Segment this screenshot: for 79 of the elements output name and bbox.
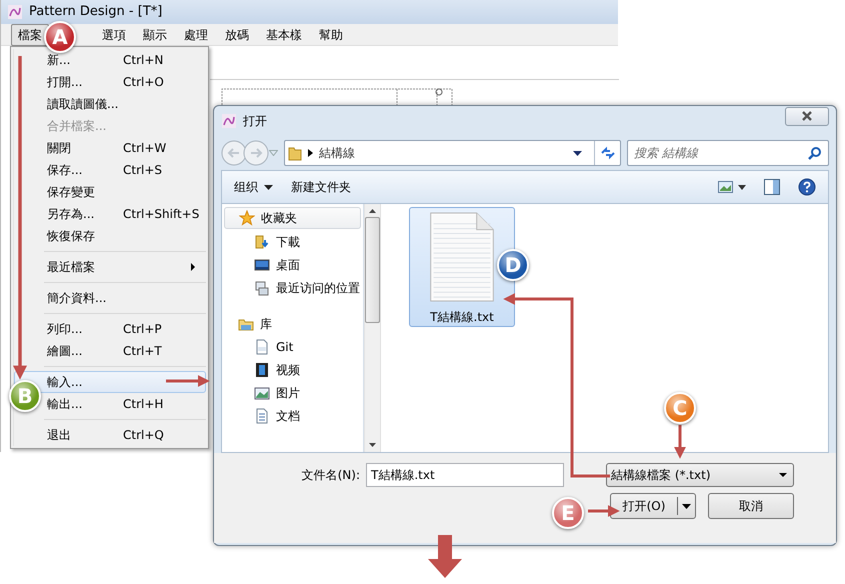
app-icon xyxy=(221,113,237,129)
menu-item[interactable]: 基本樣 xyxy=(259,24,309,46)
scroll-down-icon[interactable] xyxy=(369,443,376,447)
menu-item[interactable]: 幫助 xyxy=(312,24,350,46)
address-text: 結構線 xyxy=(319,145,355,162)
dialog-title: 打开 xyxy=(243,113,267,130)
search-placeholder: 搜索 結構線 xyxy=(634,145,700,162)
menu-item[interactable]: 讀取讀圖儀... xyxy=(14,93,206,115)
nav-item[interactable]: Git xyxy=(276,338,294,356)
shortcut-text: Ctrl+Q xyxy=(123,427,164,444)
folder-icon xyxy=(288,145,302,161)
open-split-button[interactable]: 打开(O) xyxy=(610,493,696,519)
download-folder-icon xyxy=(254,234,270,250)
menu-item[interactable]: 保存變更 xyxy=(14,181,206,203)
preview-pane-icon[interactable] xyxy=(764,179,780,195)
nav-item[interactable]: 下載 xyxy=(276,232,300,250)
search-field[interactable]: 搜索 結構線 xyxy=(627,140,829,166)
menu-item[interactable]: 顯示 xyxy=(136,24,174,46)
close-button[interactable] xyxy=(785,106,829,126)
filetype-dropdown[interactable]: 結構線檔案 (*.txt) xyxy=(606,463,794,487)
shortcut-text: Ctrl+W xyxy=(123,140,166,157)
film-icon xyxy=(254,362,270,378)
text-file-icon xyxy=(429,212,495,302)
arrow xyxy=(166,375,210,387)
filename-label: 文件名(N): xyxy=(302,467,360,484)
arrow xyxy=(674,425,686,459)
caret-icon xyxy=(682,504,691,508)
document-icon xyxy=(254,338,270,354)
shortcut-text: Ctrl+Shift+S xyxy=(123,206,200,223)
scrollbar[interactable] xyxy=(364,204,380,452)
nav-item[interactable]: 最近访问的位置 xyxy=(276,278,360,296)
star-icon xyxy=(239,210,255,226)
view-icon[interactable] xyxy=(718,181,746,193)
scroll-up-icon[interactable] xyxy=(369,209,376,213)
toolbar-button[interactable]: 组织 xyxy=(234,178,273,196)
shortcut-text: Ctrl+T xyxy=(123,343,162,360)
shortcut-text: Ctrl+S xyxy=(123,162,162,179)
menu-item[interactable]: 最近檔案 xyxy=(14,256,206,278)
menu-item[interactable]: 處理 xyxy=(177,24,215,46)
menu-item[interactable]: 列印... Ctrl+P xyxy=(14,318,206,340)
picture-icon xyxy=(254,384,270,400)
shortcut-text: Ctrl+H xyxy=(123,396,164,413)
menu-item[interactable]: 保存... Ctrl+S xyxy=(14,159,206,181)
submenu-arrow-icon xyxy=(191,263,195,271)
down-arrow xyxy=(428,535,462,578)
menu-item[interactable]: 打開... Ctrl+O xyxy=(14,71,206,93)
caret-icon[interactable] xyxy=(573,150,582,156)
menu-item[interactable]: 關閉 Ctrl+W xyxy=(14,137,206,159)
filename-field[interactable]: T結構線.txt xyxy=(366,463,564,487)
menu-item[interactable]: 選項 xyxy=(95,24,133,46)
cancel-button[interactable]: 取消 xyxy=(708,493,794,519)
address-bar[interactable]: 結構線 xyxy=(284,140,621,166)
close-icon xyxy=(801,111,813,121)
nav-item[interactable]: 桌面 xyxy=(276,256,300,274)
recent-places-icon xyxy=(254,280,270,296)
nav-item[interactable]: 视频 xyxy=(276,360,300,378)
nav-item[interactable]: 库 xyxy=(260,315,272,333)
nav-item[interactable]: 文档 xyxy=(276,406,300,424)
menu-item[interactable]: 另存為... Ctrl+Shift+S xyxy=(14,203,206,225)
shortcut-text: Ctrl+N xyxy=(123,52,164,69)
help-icon[interactable] xyxy=(798,178,816,196)
menu-item[interactable]: 恢復保存 xyxy=(14,225,206,247)
menu-item[interactable]: 退出 Ctrl+Q xyxy=(14,424,206,446)
menu-item[interactable]: 簡介資料... xyxy=(14,287,206,309)
window-title: Pattern Design - [T*] xyxy=(29,3,162,22)
shortcut-text: Ctrl+P xyxy=(123,321,162,338)
document-icon xyxy=(254,408,270,424)
menu-item[interactable]: 放碼 xyxy=(218,24,256,46)
arrow xyxy=(588,505,620,517)
caret-icon xyxy=(779,473,787,477)
refresh-icon[interactable] xyxy=(600,146,616,160)
breadcrumb-arrow-icon xyxy=(308,149,313,157)
search-icon xyxy=(808,146,822,160)
shortcut-text: Ctrl+O xyxy=(123,74,164,91)
toolbar-button[interactable]: 新建文件夹 xyxy=(291,178,351,196)
app-icon xyxy=(7,4,23,20)
menu-item[interactable]: 繪圖... Ctrl+T xyxy=(14,340,206,362)
monitor-icon xyxy=(254,256,270,272)
nav-item[interactable]: 图片 xyxy=(276,384,300,402)
